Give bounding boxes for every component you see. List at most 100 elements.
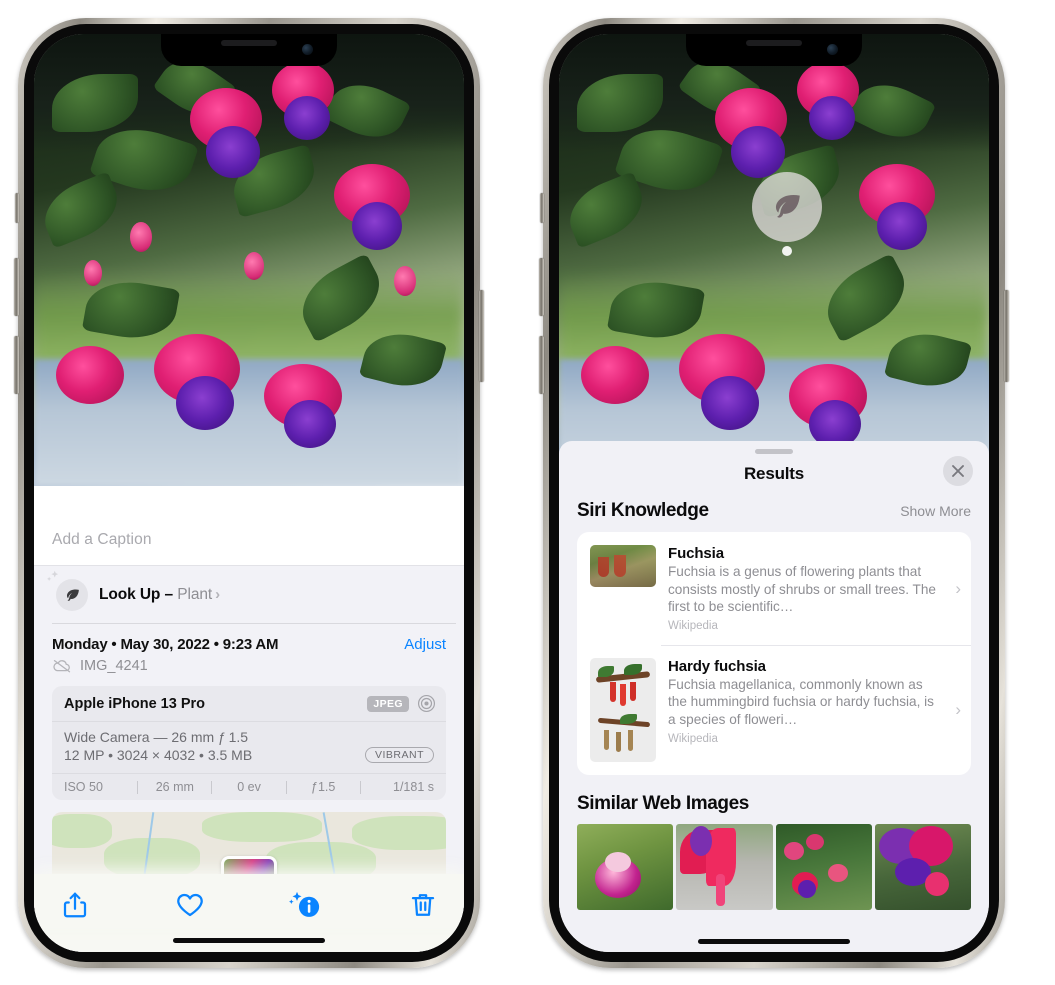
photo-flower <box>809 96 855 140</box>
location-map[interactable] <box>52 812 446 874</box>
aperture-icon <box>417 694 436 713</box>
photo-flower <box>176 376 234 430</box>
file-row: IMG_4241 <box>34 655 464 686</box>
screenshot-stage: Add a Caption Look Up – Plant › Monday •… <box>0 0 1055 985</box>
earpiece-speaker-icon <box>746 40 802 46</box>
chevron-right-icon: › <box>955 578 961 598</box>
share-icon[interactable] <box>60 890 90 920</box>
heart-icon[interactable] <box>175 890 205 920</box>
exif-header: Apple iPhone 13 Pro JPEG <box>52 686 446 722</box>
home-bar <box>173 938 325 943</box>
grabber-bar <box>755 449 793 455</box>
similar-image-thumbnail[interactable] <box>874 824 971 910</box>
lens-info: Wide Camera — 26 mm ƒ 1.5 <box>64 729 249 745</box>
earpiece-speaker-icon <box>221 40 277 46</box>
similar-image-thumbnail[interactable] <box>775 824 872 910</box>
size-info: 12 MP • 3024 × 4032 • 3.5 MB <box>64 747 253 763</box>
home-indicator-left[interactable] <box>34 928 464 952</box>
result-description: Fuchsia magellanica, commonly known as t… <box>668 677 934 727</box>
photo-bud <box>394 266 416 296</box>
sparkles-icon <box>47 570 59 581</box>
home-bar <box>698 939 850 944</box>
siri-knowledge-title: Siri Knowledge <box>577 500 709 522</box>
look-up-label: Look Up – Plant › <box>99 586 220 604</box>
leaf-glyph <box>66 589 79 601</box>
result-body: Hardy fuchsia Fuchsia magellanica, commo… <box>668 658 941 745</box>
map-photo-pin[interactable] <box>221 856 277 874</box>
similar-image-thumbnail[interactable] <box>577 824 674 910</box>
close-glyph <box>952 465 964 478</box>
photo-flower <box>284 96 330 140</box>
look-up-subject: Plant <box>177 586 213 603</box>
photo-viewer-right[interactable] <box>559 34 989 486</box>
similar-web-images-header: Similar Web Images <box>559 775 989 824</box>
mute-switch-right[interactable] <box>540 193 544 223</box>
power-button-left[interactable] <box>479 290 484 382</box>
similar-web-images-strip[interactable] <box>559 824 989 910</box>
exif-stat-ev: 0 ev <box>237 780 261 794</box>
result-title: Hardy fuchsia <box>668 658 766 675</box>
map-park <box>266 842 376 874</box>
adjust-button[interactable]: Adjust <box>404 636 446 653</box>
visual-look-up-results-sheet: Results Siri Knowledge Show More Fuchsia… <box>559 441 989 952</box>
similar-image-thumbnail[interactable] <box>676 824 773 910</box>
sheet-bottom-spacer <box>559 910 989 952</box>
exif-stat-iso: ISO 50 <box>64 780 103 794</box>
result-description: Fuchsia is a genus of flowering plants t… <box>668 564 936 614</box>
photo-detail-sheet: Add a Caption Look Up – Plant › Monday •… <box>34 513 464 952</box>
format-badge: JPEG <box>367 695 409 712</box>
volume-up-button-left[interactable] <box>14 258 19 316</box>
map-park <box>104 838 200 874</box>
caption-input[interactable]: Add a Caption <box>34 513 464 566</box>
result-body: Fuchsia Fuchsia is a genus of flowering … <box>668 545 941 632</box>
result-thumbnail <box>590 545 656 588</box>
size-info-row: 12 MP • 3024 × 4032 • 3.5 MB VIBRANT <box>64 747 434 763</box>
volume-down-button-right[interactable] <box>539 336 544 394</box>
cloud-slash-icon <box>53 660 71 673</box>
chevron-right-icon: › <box>955 700 961 719</box>
screen-left: Add a Caption Look Up – Plant › Monday •… <box>34 34 464 952</box>
photo-toolbar <box>34 874 464 928</box>
photo-flower <box>877 202 927 250</box>
photo-flower <box>206 126 260 178</box>
map-park <box>202 812 322 842</box>
look-up-row[interactable]: Look Up – Plant › <box>34 566 464 624</box>
siri-knowledge-header: Siri Knowledge Show More <box>559 500 989 532</box>
mute-switch-left[interactable] <box>15 193 19 223</box>
volume-down-button-left[interactable] <box>14 336 19 394</box>
home-indicator-right[interactable] <box>559 939 989 944</box>
exif-body: Wide Camera — 26 mm ƒ 1.5 12 MP • 3024 ×… <box>52 722 446 773</box>
front-camera-icon <box>827 44 838 55</box>
similar-web-images-title: Similar Web Images <box>577 793 749 814</box>
volume-up-button-right[interactable] <box>539 258 544 316</box>
photo-flower <box>581 346 649 404</box>
exif-stat-shutter: 1/181 s <box>393 780 435 794</box>
result-thumbnail <box>590 658 656 762</box>
result-title: Fuchsia <box>668 545 724 563</box>
exif-stats: ISO 50 26 mm 0 ev ƒ1.5 1/181 s <box>52 773 446 800</box>
show-more-button[interactable]: Show More <box>900 503 971 519</box>
look-up-prefix: Look Up – <box>99 586 178 603</box>
photo-flower <box>352 202 402 250</box>
screen-right: Results Siri Knowledge Show More Fuchsia… <box>559 34 989 952</box>
power-button-right[interactable] <box>1004 290 1009 382</box>
results-title: Results <box>743 464 804 484</box>
trash-icon[interactable] <box>408 890 438 920</box>
chevron-right-icon: › <box>215 586 220 603</box>
photo-viewer-left[interactable] <box>34 34 464 486</box>
sheet-grabber[interactable] <box>559 441 989 456</box>
exif-stat-aperture: ƒ1.5 <box>311 780 336 794</box>
exif-card[interactable]: Apple iPhone 13 Pro JPEG Wide Camera — 2… <box>52 686 446 800</box>
photo-bud <box>84 260 102 286</box>
visual-look-up-badge[interactable] <box>752 172 822 242</box>
photo-date: Monday • May 30, 2022 • 9:23 AM <box>52 636 279 653</box>
front-camera-icon <box>302 44 313 55</box>
list-item[interactable]: Fuchsia Fuchsia is a genus of flowering … <box>577 532 971 645</box>
photo-flower <box>284 400 336 448</box>
leaf-icon <box>47 570 88 611</box>
photo-flower <box>731 126 785 178</box>
siri-knowledge-card: Fuchsia Fuchsia is a genus of flowering … <box>577 532 971 775</box>
list-item[interactable]: Hardy fuchsia Fuchsia magellanica, commo… <box>577 645 971 775</box>
iphone-right-visual-lookup-results: Results Siri Knowledge Show More Fuchsia… <box>539 18 1009 968</box>
info-sparkle-icon[interactable] <box>289 890 323 920</box>
